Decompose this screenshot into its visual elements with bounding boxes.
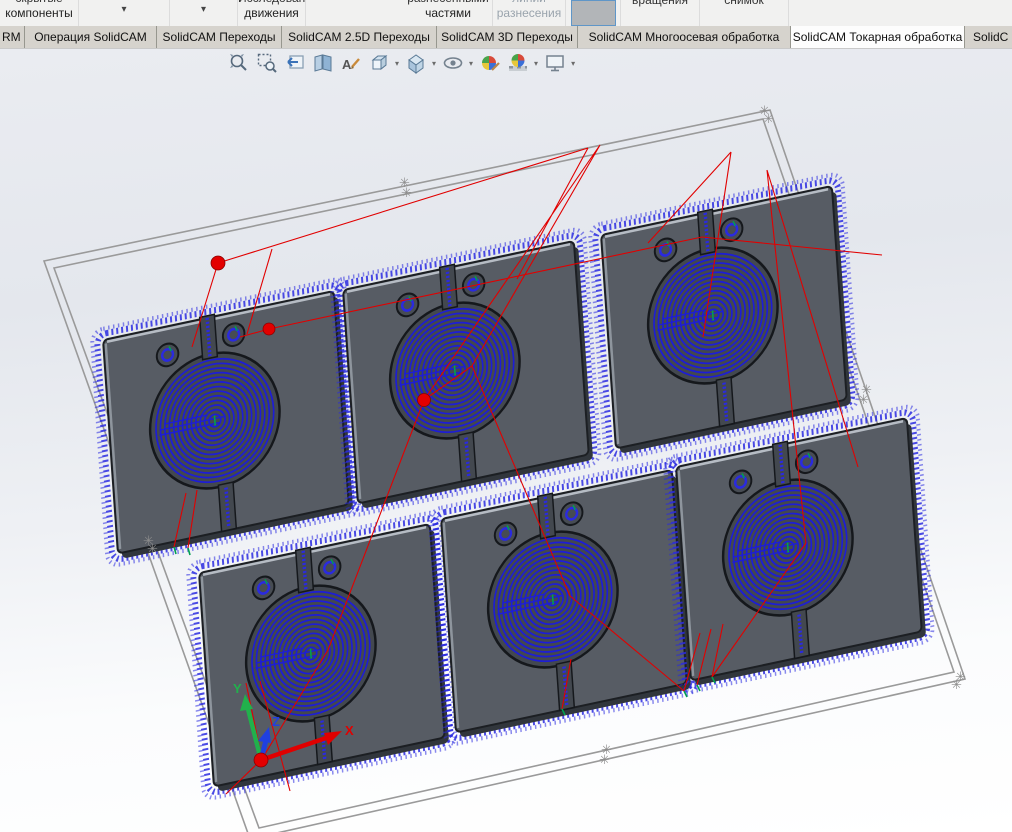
axis-x-label: X [345, 723, 354, 738]
svg-text:✳: ✳ [951, 677, 962, 692]
cam-3d-scene[interactable]: ✳✳ ✳✳ ✳✳ ✳✳ ✳✳ ✳✳ Y X Z [0, 49, 1012, 832]
machined-part-2[interactable] [331, 228, 600, 517]
view-settings-icon[interactable] [544, 52, 566, 74]
machined-part-3[interactable] [589, 173, 858, 462]
ribbon-label-top: разнесенными [404, 0, 492, 5]
ribbon-spacer [306, 0, 404, 26]
ribbon-toggle-cell [566, 0, 621, 26]
edit-appearance-icon[interactable] [479, 52, 501, 74]
rapid-point-3 [417, 393, 431, 407]
explode-lines-button: линии разнесения [493, 0, 566, 26]
ribbon-label: движения [244, 6, 299, 20]
chevron-down-icon[interactable]: ▾ [571, 59, 575, 68]
tab-solidcam-partial[interactable]: SolidC [965, 26, 1012, 48]
machined-part-4[interactable] [187, 511, 456, 800]
tab-label: SolidCAM 2.5D Переходы [288, 30, 430, 44]
ribbon-label-top: Исследование [238, 0, 305, 5]
chevron-down-icon[interactable]: ▾ [170, 4, 237, 15]
svg-text:✳: ✳ [858, 392, 869, 407]
motion-study-button[interactable]: Исследование движения [238, 0, 306, 26]
axis-y-label: Y [233, 681, 242, 696]
apply-scene-icon[interactable] [507, 52, 529, 74]
tab-operaciya-solidcam[interactable]: Операция SolidCAM [25, 26, 157, 48]
ribbon-label: компоненты [5, 6, 73, 20]
tab-solidcam-multiaxis[interactable]: SolidCAM Многоосевая обработка [578, 26, 791, 48]
view-orientation-icon[interactable] [368, 52, 390, 74]
tab-solidcam-turning[interactable]: SolidCAM Токарная обработка [791, 26, 965, 48]
tab-label: Операция SolidCAM [34, 30, 147, 44]
annotation-view-icon[interactable]: A [340, 52, 362, 74]
tab-label: SolidCAM Многоосевая обработка [588, 30, 780, 44]
zoom-to-area-icon[interactable] [256, 52, 278, 74]
tab-solidcam-perehody[interactable]: SolidCAM Переходы [157, 26, 282, 48]
chevron-down-icon[interactable]: ▾ [395, 59, 399, 68]
ribbon-label-top: снимок [724, 0, 764, 7]
solidworks-solidcam-window: { "ribbon": { "components_label_top": "с… [0, 0, 1012, 832]
rotation-view-button[interactable]: вращения [621, 0, 700, 26]
display-style-icon[interactable] [405, 52, 427, 74]
svg-text:✳: ✳ [763, 111, 774, 126]
tab-rm[interactable]: RM [0, 26, 25, 48]
zoom-to-fit-icon[interactable] [228, 52, 250, 74]
rapid-point-1 [210, 255, 226, 271]
svg-text:A: A [342, 57, 352, 72]
ribbon-dropdown-2[interactable]: ▾ [170, 0, 238, 26]
chevron-down-icon[interactable]: ▾ [432, 59, 436, 68]
tab-label: SolidCAM 3D Переходы [441, 30, 573, 44]
svg-text:✳: ✳ [401, 185, 412, 200]
machined-part-1[interactable] [91, 278, 360, 567]
tab-label: SolidCAM Токарная обработка [792, 30, 963, 44]
show-hidden-components-button[interactable]: скрытые компоненты [0, 0, 79, 26]
ribbon-label-top: линии [493, 0, 565, 5]
axis-z-label: Z [272, 714, 280, 729]
tab-solidcam-25d[interactable]: SolidCAM 2.5D Переходы [282, 26, 437, 48]
tab-solidcam-3d[interactable]: SolidCAM 3D Переходы [437, 26, 578, 48]
ribbon-label: разнесения [496, 6, 562, 20]
triad-origin-ball [253, 752, 269, 768]
svg-text:✳: ✳ [599, 752, 610, 767]
heads-up-toolbar: A ▾ ▾ ▾ ▾ ▾ [228, 52, 575, 74]
ribbon-dropdown-1[interactable]: ▾ [79, 0, 170, 26]
machined-part-5[interactable] [429, 457, 698, 746]
snapshot-button[interactable]: снимок [700, 0, 789, 26]
graphics-viewport[interactable]: A ▾ ▾ ▾ ▾ ▾ ✳ ✳ ✳ ✳ ✳ ✳ ✳ ✳ ✳ ✳ ✳ ✳ Y X … [0, 49, 1012, 832]
command-manager-tabbar: RM Операция SolidCAM SolidCAM Переходы S… [0, 26, 1012, 50]
hide-show-items-icon[interactable] [442, 52, 464, 74]
rapid-point-2 [262, 322, 276, 336]
ribbon-label-top: скрытые [0, 0, 78, 5]
chevron-down-icon[interactable]: ▾ [534, 59, 538, 68]
machined-part-6[interactable] [664, 405, 933, 694]
ribbon-spacer [789, 0, 1012, 26]
section-view-icon[interactable] [312, 52, 334, 74]
tab-label: RM [2, 30, 21, 44]
tab-label: SolidCAM Переходы [162, 30, 276, 44]
ribbon-label-top: вращения [632, 0, 688, 7]
exploded-view-button[interactable]: разнесенными частями [404, 0, 493, 26]
chevron-down-icon[interactable]: ▾ [469, 59, 473, 68]
previous-view-icon[interactable] [284, 52, 306, 74]
ribbon-toggle-button[interactable] [571, 0, 616, 26]
ribbon-label: частями [425, 6, 471, 20]
svg-text:✳: ✳ [147, 541, 158, 556]
ribbon-strip: скрытые компоненты ▾ ▾ Исследование движ… [0, 0, 1012, 27]
chevron-down-icon[interactable]: ▾ [79, 4, 169, 15]
tab-label: SolidC [973, 30, 1009, 44]
